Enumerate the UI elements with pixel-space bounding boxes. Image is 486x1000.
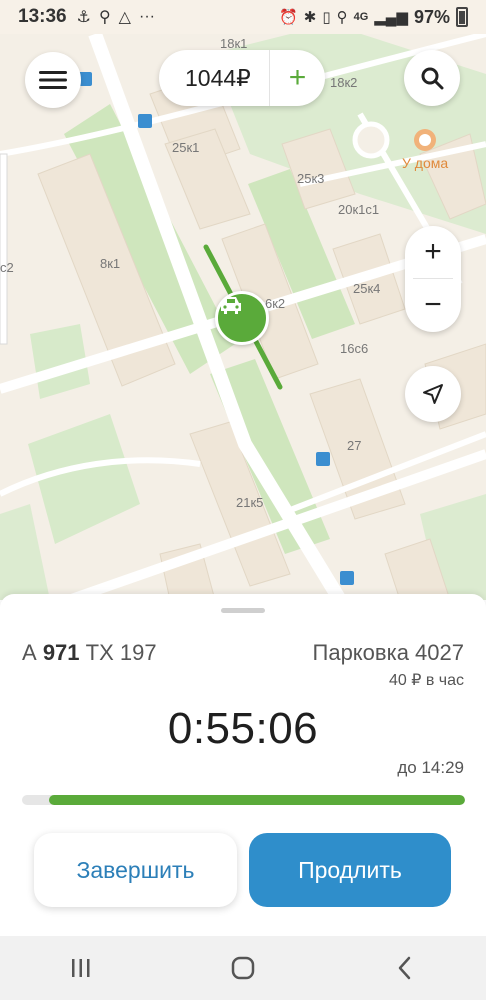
home-icon — [231, 956, 255, 980]
plate-prefix: А — [22, 640, 37, 665]
system-nav-bar — [0, 936, 486, 1000]
car-marker[interactable] — [215, 291, 269, 345]
extend-parking-button[interactable]: Продлить — [249, 833, 451, 907]
zoom-in-button[interactable]: + — [405, 226, 461, 278]
recent-apps-icon — [72, 959, 90, 977]
notification-icon: ⚓ — [76, 9, 91, 26]
more-notifications-icon: ··· — [138, 8, 155, 25]
plate-suffix: ТХ 197 — [85, 640, 157, 665]
map-label-25k4: 25к4 — [353, 281, 381, 296]
hamburger-icon — [39, 71, 67, 89]
my-location-button[interactable] — [405, 366, 461, 422]
recent-apps-button[interactable] — [51, 943, 111, 993]
session-end-time: до 14:29 — [397, 758, 464, 777]
session-progress-fill — [48, 795, 465, 805]
battery-percent: 97% — [413, 6, 450, 27]
map-label-16s6: 16с6 — [340, 341, 369, 356]
back-chevron-icon — [398, 956, 411, 980]
search-button[interactable] — [404, 50, 460, 106]
license-plate: А 971 ТХ 197 — [22, 640, 157, 666]
map-label-25k3: 25к3 — [297, 171, 325, 186]
add-funds-button[interactable]: + — [270, 50, 325, 106]
map-label-25k1: 25к1 — [172, 140, 200, 155]
map-label-6k2: 6к2 — [265, 296, 286, 311]
alarm-icon: ⏰ — [279, 9, 298, 26]
zoom-out-button[interactable]: − — [405, 279, 461, 331]
map-label-21k5: 21к5 — [236, 495, 264, 510]
status-time: 13:36 — [18, 6, 67, 27]
map-label-20k1s1: 20к1с1 — [338, 202, 380, 217]
back-button[interactable] — [375, 943, 435, 993]
zoom-controls: + − — [405, 226, 461, 332]
sheet-drag-handle[interactable] — [221, 608, 265, 613]
session-timer: 0:55:06 — [167, 704, 319, 753]
menu-button[interactable] — [25, 52, 81, 108]
status-bar: 13:36 ⚓ ⚲ △ ··· ⏰ ✱ ▯ ⚲ 4G ▂▄▆ 97% — [0, 0, 486, 34]
balance-pill: 1044₽ + — [159, 50, 325, 106]
session-progress-bar — [22, 795, 465, 805]
map-label-c2: с2 — [0, 260, 14, 275]
parking-rate: 40 ₽ в час — [388, 672, 464, 689]
network-type: 4G — [353, 11, 369, 23]
search-status-icon: ⚲ — [98, 9, 111, 26]
map-label-27: 27 — [347, 438, 362, 453]
map-label-18k2: 18к2 — [330, 75, 358, 90]
signal-icon: ▂▄▆ — [374, 9, 408, 26]
car-icon — [221, 297, 241, 314]
status-left-icons: ⚓ ⚲ △ ··· — [77, 7, 155, 27]
home-button[interactable] — [213, 943, 273, 993]
status-right: ⏰ ✱ ▯ ⚲ 4G ▂▄▆ 97% — [279, 7, 468, 28]
plate-number: 971 — [42, 640, 80, 665]
balance-amount[interactable]: 1044₽ — [159, 65, 269, 92]
parking-session-sheet: А 971 ТХ 197 Парковка 4027 40 ₽ в час 0:… — [0, 594, 486, 936]
map-label-18k1: 18к1 — [220, 36, 248, 51]
finish-parking-button[interactable]: Завершить — [34, 833, 237, 907]
location-status-icon: ⚲ — [336, 9, 348, 26]
warning-icon: △ — [118, 9, 131, 26]
battery-icon — [456, 7, 468, 27]
bluetooth-icon: ✱ — [303, 9, 317, 26]
map-poi-u-doma[interactable]: У дома — [402, 155, 448, 171]
vibrate-icon: ▯ — [322, 9, 331, 26]
parking-zone: Парковка 4027 — [312, 640, 464, 665]
map-label-8k1: 8к1 — [100, 256, 121, 271]
navigation-arrow-icon — [423, 384, 443, 404]
search-icon — [421, 67, 444, 90]
